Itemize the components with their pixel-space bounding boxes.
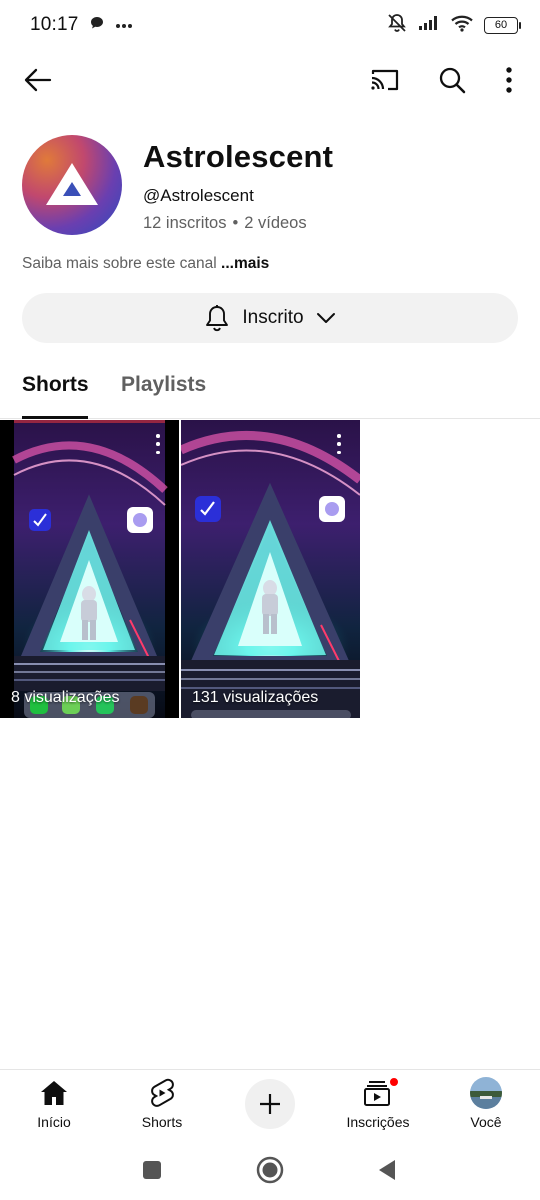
- shorts-icon: [151, 1078, 174, 1107]
- short-more-button[interactable]: [332, 434, 346, 454]
- short-card[interactable]: 131 visualizações: [181, 420, 360, 718]
- active-tab-indicator: [22, 416, 88, 419]
- home-icon: [41, 1081, 67, 1105]
- signal-icon: [418, 15, 440, 36]
- short-thumbnail: [181, 420, 360, 718]
- nav-subscriptions[interactable]: Inscrições: [324, 1070, 432, 1140]
- search-button[interactable]: [427, 55, 477, 105]
- system-navigation-bar: [0, 1139, 540, 1200]
- home-system-button[interactable]: [253, 1153, 287, 1187]
- status-bar: 10:17 60: [0, 0, 540, 50]
- status-time: 10:17: [30, 14, 79, 35]
- bell-icon: [206, 305, 229, 332]
- shorts-grid: 8 visualizações 131 visualizações: [0, 420, 540, 718]
- circle-home-icon: [256, 1156, 284, 1184]
- about-text: Saiba mais sobre este canal: [22, 255, 217, 272]
- short-view-count: 8 visualizações: [11, 689, 120, 706]
- nav-shorts-label: Shorts: [141, 1114, 183, 1130]
- stats-separator: •: [232, 214, 239, 232]
- channel-tabs: Shorts Playlists: [0, 360, 540, 419]
- astrolescent-logo-icon: [46, 163, 98, 205]
- nav-home-label: Início: [37, 1114, 71, 1130]
- tab-playlists[interactable]: Playlists: [121, 373, 206, 397]
- nav-subscriptions-label: Inscrições: [346, 1114, 410, 1130]
- mute-icon: [386, 13, 408, 38]
- chevron-down-icon: [316, 313, 335, 323]
- channel-about-link[interactable]: Saiba mais sobre este canal ...mais: [22, 255, 269, 273]
- square-icon: [143, 1161, 161, 1179]
- nav-shorts[interactable]: Shorts: [108, 1070, 216, 1140]
- subscriber-count: 12 inscritos: [143, 214, 227, 232]
- top-app-bar: [0, 55, 540, 105]
- nav-home[interactable]: Início: [0, 1070, 108, 1140]
- channel-avatar[interactable]: [22, 135, 122, 235]
- channel-stats: 12 inscritos • 2 vídeos: [143, 214, 307, 233]
- nav-you[interactable]: Você: [432, 1070, 540, 1140]
- subscribed-button[interactable]: Inscrito: [22, 293, 518, 343]
- nav-you-label: Você: [470, 1114, 502, 1130]
- profile-avatar: [470, 1077, 502, 1109]
- short-view-count: 131 visualizações: [192, 689, 319, 706]
- cast-button[interactable]: [360, 55, 410, 105]
- triangle-back-icon: [379, 1160, 395, 1180]
- short-card[interactable]: 8 visualizações: [0, 420, 179, 718]
- channel-name: Astrolescent: [143, 139, 334, 174]
- battery-indicator: 60: [484, 16, 521, 34]
- chat-bubble-icon: [89, 15, 105, 36]
- tab-shorts[interactable]: Shorts: [22, 373, 89, 397]
- plus-icon: [260, 1094, 280, 1114]
- short-thumbnail: [0, 420, 179, 718]
- more-options-button[interactable]: [484, 55, 534, 105]
- back-button[interactable]: [13, 55, 63, 105]
- wifi-icon: [450, 14, 474, 37]
- bottom-navigation: Início Shorts Inscrições Você: [0, 1069, 540, 1139]
- back-system-button[interactable]: [370, 1153, 404, 1187]
- subscribe-label: Inscrito: [242, 307, 304, 328]
- notification-dot: [389, 1077, 399, 1087]
- about-more: ...mais: [221, 255, 270, 272]
- recents-button[interactable]: [135, 1153, 169, 1187]
- channel-handle: @Astrolescent: [143, 186, 254, 205]
- more-vertical-icon: [506, 67, 512, 93]
- search-icon: [439, 67, 466, 94]
- short-more-button[interactable]: [151, 434, 165, 454]
- channel-header: Astrolescent @Astrolescent 12 inscritos •…: [22, 135, 522, 235]
- more-notifications-icon: [115, 16, 133, 34]
- cast-icon: [371, 69, 399, 91]
- create-button[interactable]: [245, 1079, 295, 1129]
- arrow-left-icon: [24, 68, 52, 92]
- video-count: 2 vídeos: [244, 214, 307, 232]
